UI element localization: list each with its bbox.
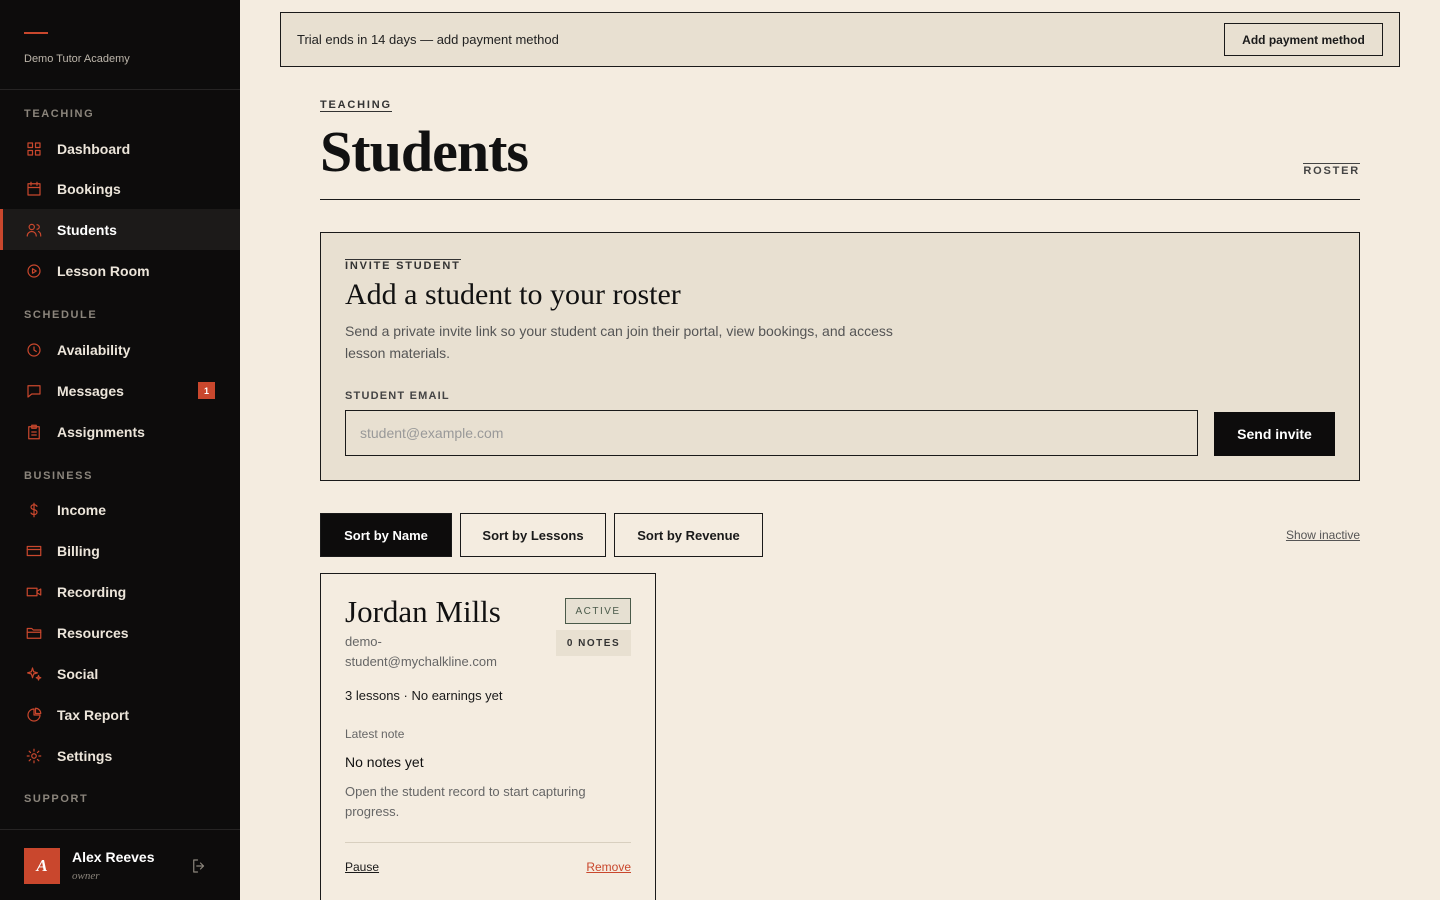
brand: Demo Tutor Academy (0, 0, 240, 90)
user-role: owner (72, 870, 100, 882)
sparkle-icon (25, 665, 43, 683)
student-email-label: STUDENT EMAIL (345, 390, 450, 402)
sidebar-item-label: Availability (57, 341, 131, 358)
sidebar-item-label: Bookings (57, 180, 121, 197)
nav-section-support: SUPPORT (24, 793, 89, 805)
clipboard-icon (25, 423, 43, 441)
pause-link[interactable]: Pause (345, 860, 379, 874)
sidebar-item-label: Recording (57, 583, 127, 600)
sidebar-item-settings[interactable]: Settings (0, 735, 240, 776)
latest-note-title: No notes yet (345, 754, 424, 770)
gear-icon (25, 747, 43, 765)
sidebar-item-label: Income (57, 501, 107, 518)
sidebar-item-billing[interactable]: Billing (0, 530, 240, 571)
student-card[interactable]: Jordan Mills demo-student@mychalkline.co… (320, 573, 656, 900)
student-email-field[interactable] (345, 410, 1198, 456)
sort-by-revenue-button[interactable]: Sort by Revenue (614, 513, 763, 557)
notes-count-badge: 0 NOTES (556, 630, 631, 656)
sidebar-item-label: Dashboard (57, 140, 131, 157)
invite-description: Send a private invite link so your stude… (345, 323, 893, 361)
avatar[interactable]: A (24, 848, 60, 884)
sidebar-item-label: Resources (57, 624, 129, 641)
users-icon (25, 221, 43, 239)
sidebar-item-messages[interactable]: Messages 1 (0, 370, 240, 411)
sidebar: Demo Tutor Academy TEACHING Dashboard Bo… (0, 0, 240, 900)
status-badge: ACTIVE (565, 598, 631, 624)
student-email: demo-student@mychalkline.com (345, 634, 497, 669)
message-icon (25, 382, 43, 400)
sidebar-item-label: Messages (57, 382, 124, 399)
folder-icon (25, 624, 43, 642)
sidebar-item-availability[interactable]: Availability (0, 329, 240, 370)
sidebar-item-recording[interactable]: Recording (0, 571, 240, 612)
sidebar-item-label: Students (57, 221, 117, 238)
page-title: Students (320, 119, 529, 184)
latest-note-description: Open the student record to start capturi… (345, 784, 586, 819)
sidebar-item-dashboard[interactable]: Dashboard (0, 128, 240, 169)
credit-card-icon (25, 542, 43, 560)
logout-icon[interactable] (190, 857, 208, 875)
play-circle-icon (25, 262, 43, 280)
sidebar-item-students[interactable]: Students (0, 209, 240, 250)
invite-student-panel: INVITE STUDENT Add a student to your ros… (320, 232, 1360, 481)
student-name: Jordan Mills (345, 594, 501, 629)
sidebar-item-lesson-room[interactable]: Lesson Room (0, 250, 240, 291)
latest-note-label: Latest note (345, 727, 405, 741)
nav-section-business: BUSINESS (24, 470, 94, 482)
trial-banner: Trial ends in 14 days — add payment meth… (280, 12, 1400, 67)
add-payment-method-button[interactable]: Add payment method (1224, 23, 1383, 56)
sidebar-item-social[interactable]: Social (0, 653, 240, 694)
pie-chart-icon (25, 706, 43, 724)
calendar-icon (25, 180, 43, 198)
sidebar-item-assignments[interactable]: Assignments (0, 411, 240, 452)
unread-badge: 1 (198, 382, 215, 399)
student-stats: 3 lessons · No earnings yet (345, 688, 503, 703)
sort-by-name-button[interactable]: Sort by Name (320, 513, 452, 557)
remove-link[interactable]: Remove (586, 860, 631, 874)
trial-text: Trial ends in 14 days — add payment meth… (297, 32, 559, 47)
sidebar-item-resources[interactable]: Resources (0, 612, 240, 653)
user-bar: A Alex Reeves owner (0, 829, 240, 900)
sidebar-item-label: Assignments (57, 423, 145, 440)
dollar-icon (25, 501, 43, 519)
clock-icon (25, 341, 43, 359)
page-eyebrow: TEACHING (320, 99, 392, 112)
invite-eyebrow: INVITE STUDENT (345, 259, 461, 272)
sort-by-lessons-button[interactable]: Sort by Lessons (460, 513, 606, 557)
video-icon (25, 583, 43, 601)
sidebar-item-bookings[interactable]: Bookings (0, 168, 240, 209)
send-invite-button[interactable]: Send invite (1214, 412, 1335, 456)
nav-section-schedule: SCHEDULE (24, 309, 98, 321)
sidebar-item-label: Social (57, 665, 99, 682)
show-inactive-link[interactable]: Show inactive (1286, 528, 1360, 542)
roster-tag: ROSTER (1303, 163, 1360, 177)
sidebar-item-label: Settings (57, 747, 113, 764)
sidebar-item-tax-report[interactable]: Tax Report (0, 694, 240, 735)
sidebar-item-income[interactable]: Income (0, 489, 240, 530)
brand-name: Demo Tutor Academy (24, 53, 130, 65)
title-divider (320, 199, 1360, 200)
sidebar-item-label: Billing (57, 542, 100, 559)
user-name: Alex Reeves (72, 849, 155, 865)
sidebar-item-label: Lesson Room (57, 262, 150, 279)
brand-mark (24, 32, 48, 34)
invite-title: Add a student to your roster (345, 278, 681, 311)
card-divider (345, 842, 631, 843)
sidebar-item-label: Tax Report (57, 706, 130, 723)
grid-icon (25, 140, 43, 158)
nav-section-teaching: TEACHING (24, 108, 95, 120)
